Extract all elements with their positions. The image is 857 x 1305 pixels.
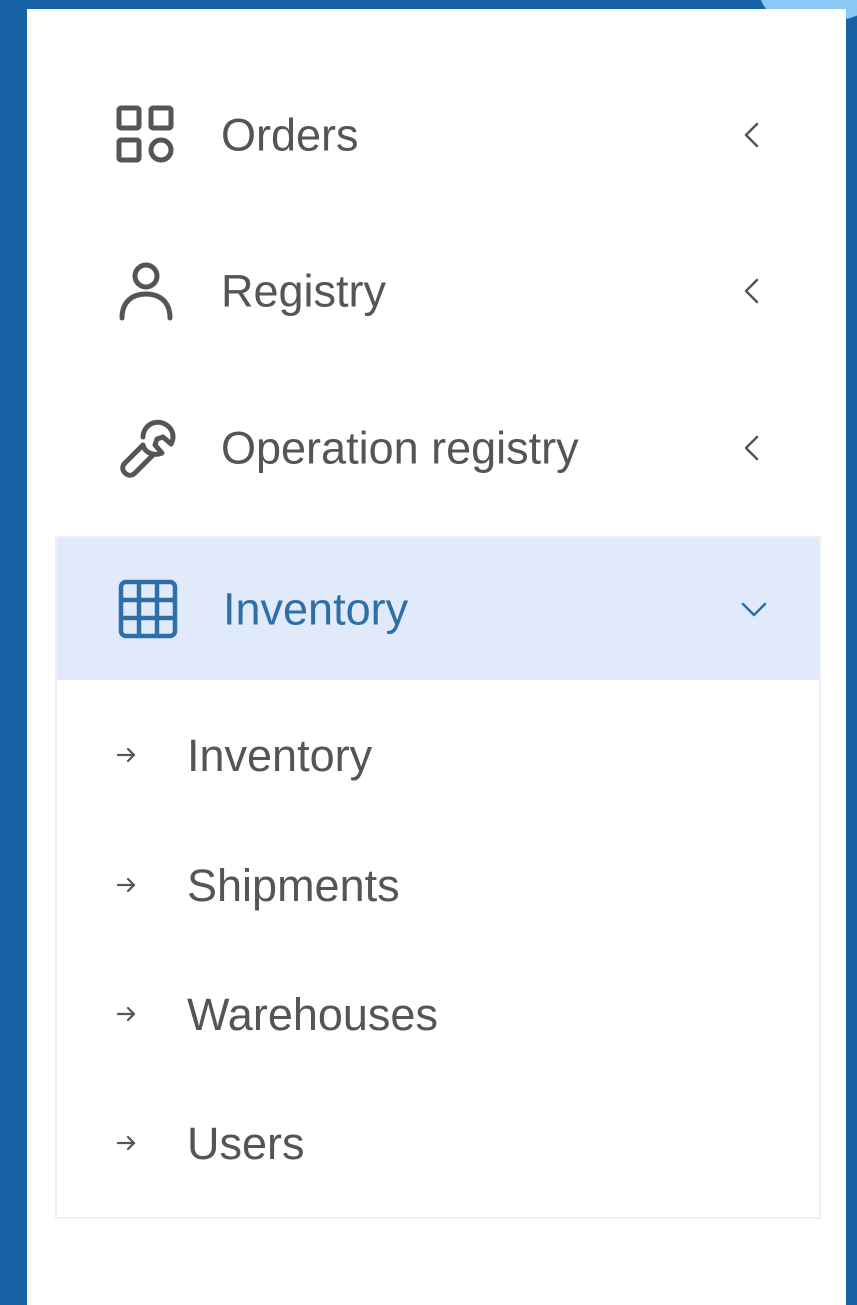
grid-apps-icon: [113, 102, 179, 168]
sidebar-item-operation-registry[interactable]: Operation registry: [55, 378, 821, 518]
sidebar-item-label: Inventory: [223, 583, 409, 635]
chevron-left-icon[interactable]: [735, 431, 769, 465]
chevron-left-icon[interactable]: [735, 274, 769, 308]
sidebar-item-inventory[interactable]: Inventory: [57, 538, 819, 680]
table-grid-icon: [115, 576, 181, 642]
arrow-right-icon: [115, 1132, 137, 1154]
submenu-item-label: Shipments: [187, 859, 400, 911]
sidebar-group-inventory: Inventory Inventory Shipments Warehouses…: [55, 536, 821, 1219]
chevron-down-icon[interactable]: [737, 592, 771, 626]
arrow-right-icon: [115, 874, 137, 896]
sidebar-item-label: Orders: [221, 109, 359, 161]
sidebar-panel: Orders Registry Operation registry Inven…: [27, 9, 846, 1305]
wrench-icon: [113, 415, 179, 481]
arrow-right-icon: [115, 744, 137, 766]
sidebar-item-label: Operation registry: [221, 422, 579, 474]
submenu-item-label: Users: [187, 1117, 305, 1169]
sidebar-item-registry[interactable]: Registry: [55, 221, 821, 361]
chevron-left-icon[interactable]: [735, 118, 769, 152]
submenu-item-label: Warehouses: [187, 988, 438, 1040]
submenu-item-inventory[interactable]: Inventory: [115, 700, 795, 810]
user-icon: [113, 258, 179, 324]
sidebar-item-label: Registry: [221, 265, 387, 317]
submenu-item-warehouses[interactable]: Warehouses: [115, 959, 795, 1069]
submenu-item-users[interactable]: Users: [115, 1088, 795, 1198]
submenu-item-label: Inventory: [187, 729, 373, 781]
submenu-item-shipments[interactable]: Shipments: [115, 830, 795, 940]
sidebar-item-orders[interactable]: Orders: [55, 65, 821, 205]
arrow-right-icon: [115, 1003, 137, 1025]
